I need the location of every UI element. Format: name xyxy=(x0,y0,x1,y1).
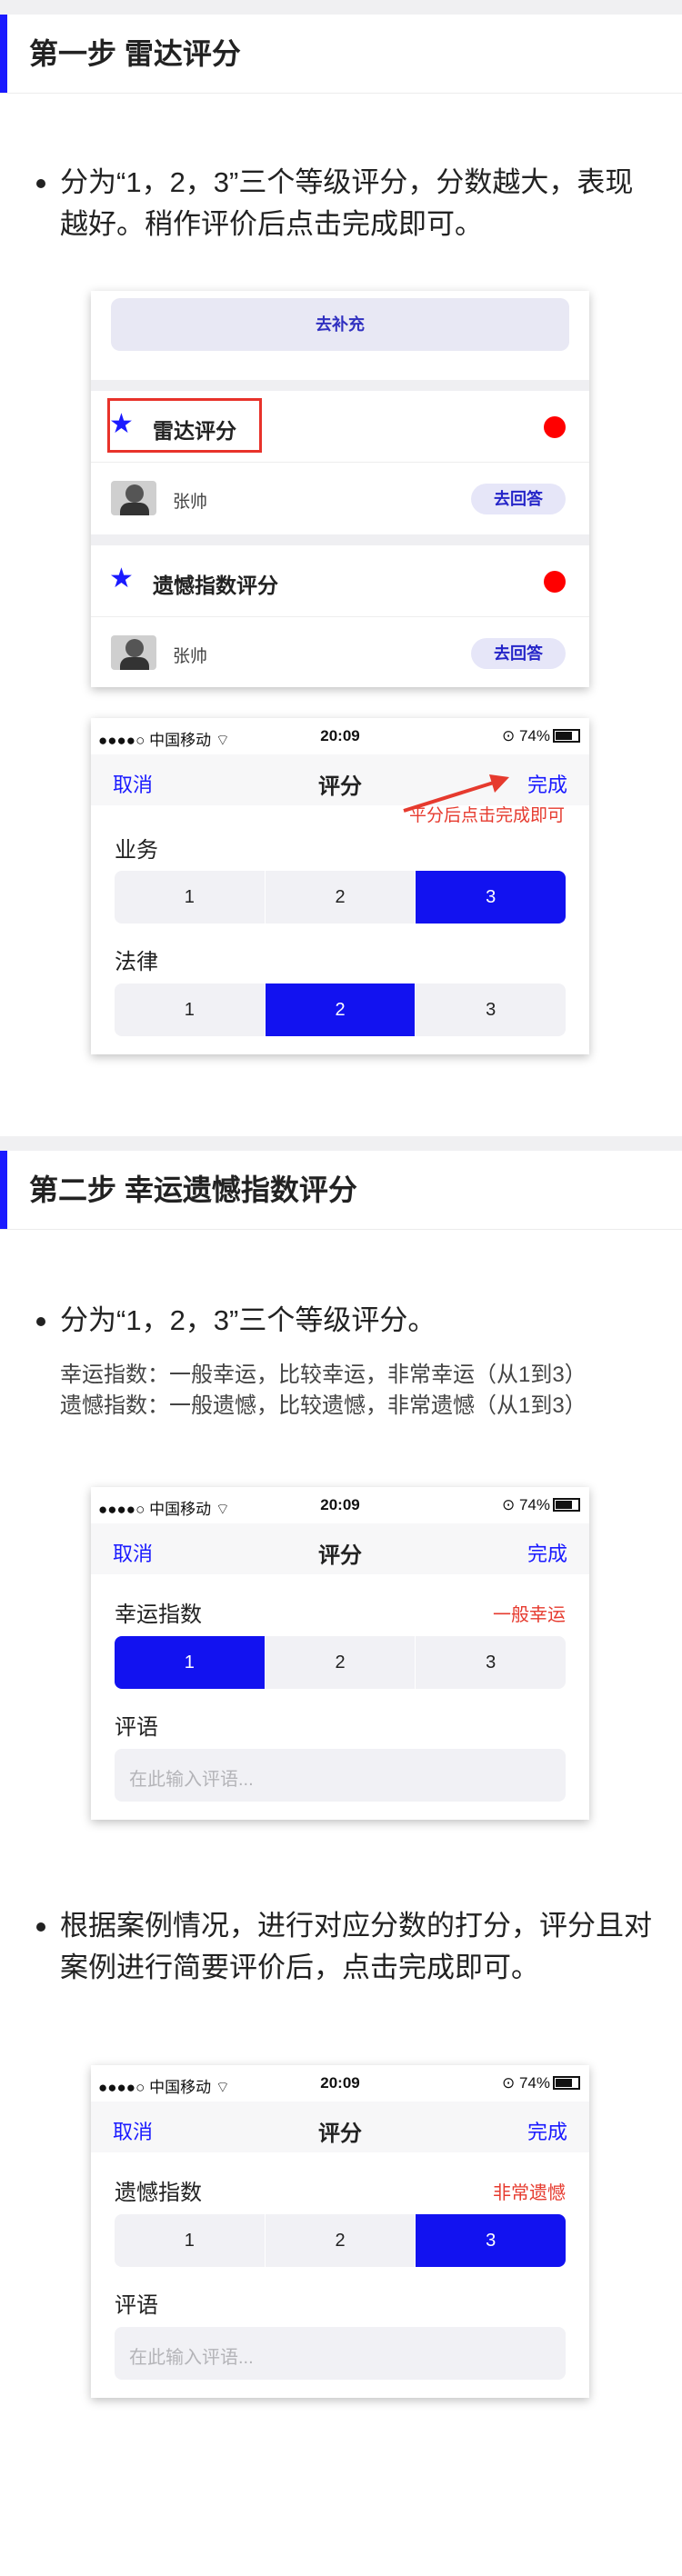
comment-label: 评语 xyxy=(115,2293,158,2318)
comment-input[interactable]: 在此输入评语... xyxy=(115,1749,566,1802)
segmented-control-business[interactable]: 1 2 3 xyxy=(115,871,566,924)
list-item-user: 张帅 去回答 xyxy=(91,617,589,687)
annotation-text: 平分后点击完成即可 xyxy=(409,806,566,825)
nav-title: 评分 xyxy=(318,2122,362,2146)
section-accent-bar xyxy=(0,1151,7,1229)
segment-option[interactable]: 3 xyxy=(415,983,566,1036)
battery-icon xyxy=(553,2076,580,2090)
bullet-text: 根据案例情况，进行对应分数的打分，评分且对案例进行简要评价后，点击完成即可。 xyxy=(36,1905,655,1989)
segment-option[interactable]: 1 xyxy=(115,871,265,924)
status-bar: ●●●●○ 中国移动 ⌔ 20:09 ⊙ 74% xyxy=(91,1487,589,1523)
bullet-text: 分为“1，2，3”三个等级评分。 xyxy=(36,1300,655,1342)
lock-icon: ⊙ xyxy=(501,1496,516,1513)
lock-icon: ⊙ xyxy=(501,2074,516,2092)
segment-option-selected[interactable]: 3 xyxy=(415,2214,566,2267)
list-item-user: 张帅 去回答 xyxy=(91,463,589,534)
segment-option[interactable]: 1 xyxy=(115,983,265,1036)
status-bar: ●●●●○ 中国移动 ⌔ 20:09 ⊙ 74% xyxy=(91,718,589,754)
unread-dot-icon xyxy=(544,416,566,438)
done-button[interactable]: 完成 xyxy=(527,1538,567,1567)
section-title: 第一步 雷达评分 xyxy=(29,37,241,70)
level-text: 非常遗憾 xyxy=(493,2183,566,2203)
screenshot-regret-rating: ●●●●○ 中国移动 ⌔ 20:09 ⊙ 74% 取消 评分 完成 遗憾指数 非… xyxy=(91,2065,589,2398)
section-accent-bar xyxy=(0,15,7,93)
bullet-dot-icon xyxy=(36,1922,45,1932)
highlight-box xyxy=(107,398,262,453)
section-header-step1: 第一步 雷达评分 xyxy=(0,15,682,94)
done-button[interactable]: 完成 xyxy=(527,2116,567,2145)
note-lucky: 幸运指数：一般幸运，比较幸运，非常幸运（从1到3） xyxy=(60,1363,587,1387)
nav-bar: 取消 评分 完成 xyxy=(91,1523,589,1574)
segment-option-selected[interactable]: 1 xyxy=(115,1636,265,1689)
level-text: 一般幸运 xyxy=(493,1605,566,1625)
lock-icon: ⊙ xyxy=(501,727,516,744)
star-icon: ★ xyxy=(109,564,134,594)
group-label: 业务 xyxy=(115,838,158,863)
list-item-title[interactable]: ★ 遗憾指数评分 xyxy=(91,545,589,616)
battery-icon xyxy=(553,729,580,743)
divider xyxy=(91,534,589,545)
group-label: 遗憾指数 xyxy=(115,2181,202,2205)
bullet-dot-icon xyxy=(36,179,45,188)
section-separator xyxy=(0,1136,682,1151)
segmented-control-lucky[interactable]: 1 2 3 xyxy=(115,1636,566,1689)
nav-title: 评分 xyxy=(318,1543,362,1568)
segment-option[interactable]: 2 xyxy=(264,871,416,924)
screenshot-task-list: 去补充 ★ 雷达评分 张帅 去回答 ★ 遗憾指数评分 张帅 去回答 xyxy=(91,291,589,687)
segmented-control-regret[interactable]: 1 2 3 xyxy=(115,2214,566,2267)
list-item-title[interactable]: ★ 雷达评分 xyxy=(91,391,589,462)
segmented-control-law[interactable]: 1 2 3 xyxy=(115,983,566,1036)
avatar xyxy=(111,635,156,670)
note-regret: 遗憾指数：一般遗憾，比较遗憾，非常遗憾（从1到3） xyxy=(60,1393,587,1418)
answer-button[interactable]: 去回答 xyxy=(471,484,566,514)
section-header-step2: 第二步 幸运遗憾指数评分 xyxy=(0,1151,682,1230)
battery-icon xyxy=(553,1498,580,1512)
group-label: 幸运指数 xyxy=(115,1603,202,1627)
bullet-dot-icon xyxy=(36,1317,45,1326)
comment-placeholder: 在此输入评语... xyxy=(129,2348,254,2368)
segment-option[interactable]: 3 xyxy=(415,1636,566,1689)
comment-label: 评语 xyxy=(115,1715,158,1740)
section-title: 第二步 幸运遗憾指数评分 xyxy=(29,1173,357,1206)
fill-button[interactable]: 去补充 xyxy=(111,298,569,351)
segment-option-selected[interactable]: 3 xyxy=(415,871,566,924)
answer-button[interactable]: 去回答 xyxy=(471,638,566,669)
top-spacer xyxy=(0,0,682,15)
nav-bar: 取消 评分 完成 xyxy=(91,2102,589,2152)
segment-option[interactable]: 2 xyxy=(264,1636,416,1689)
comment-placeholder: 在此输入评语... xyxy=(129,1770,254,1790)
unread-dot-icon xyxy=(544,571,566,593)
group-label: 法律 xyxy=(115,950,158,974)
segment-option[interactable]: 2 xyxy=(264,2214,416,2267)
screenshot-lucky-rating: ●●●●○ 中国移动 ⌔ 20:09 ⊙ 74% 取消 评分 完成 幸运指数 一… xyxy=(91,1487,589,1820)
bullet-text: 分为“1，2，3”三个等级评分，分数越大，表现越好。稍作评价后点击完成即可。 xyxy=(36,162,655,245)
divider xyxy=(91,380,589,391)
comment-input[interactable]: 在此输入评语... xyxy=(115,2327,566,2380)
avatar xyxy=(111,481,156,515)
screenshot-rating: ●●●●○ 中国移动 ⌔ 20:09 ⊙ 74% 取消 评分 完成 平分后点击完… xyxy=(91,718,589,1054)
status-bar: ●●●●○ 中国移动 ⌔ 20:09 ⊙ 74% xyxy=(91,2065,589,2102)
segment-option[interactable]: 1 xyxy=(115,2214,265,2267)
done-button[interactable]: 完成 xyxy=(527,769,567,798)
segment-option-selected[interactable]: 2 xyxy=(264,983,416,1036)
